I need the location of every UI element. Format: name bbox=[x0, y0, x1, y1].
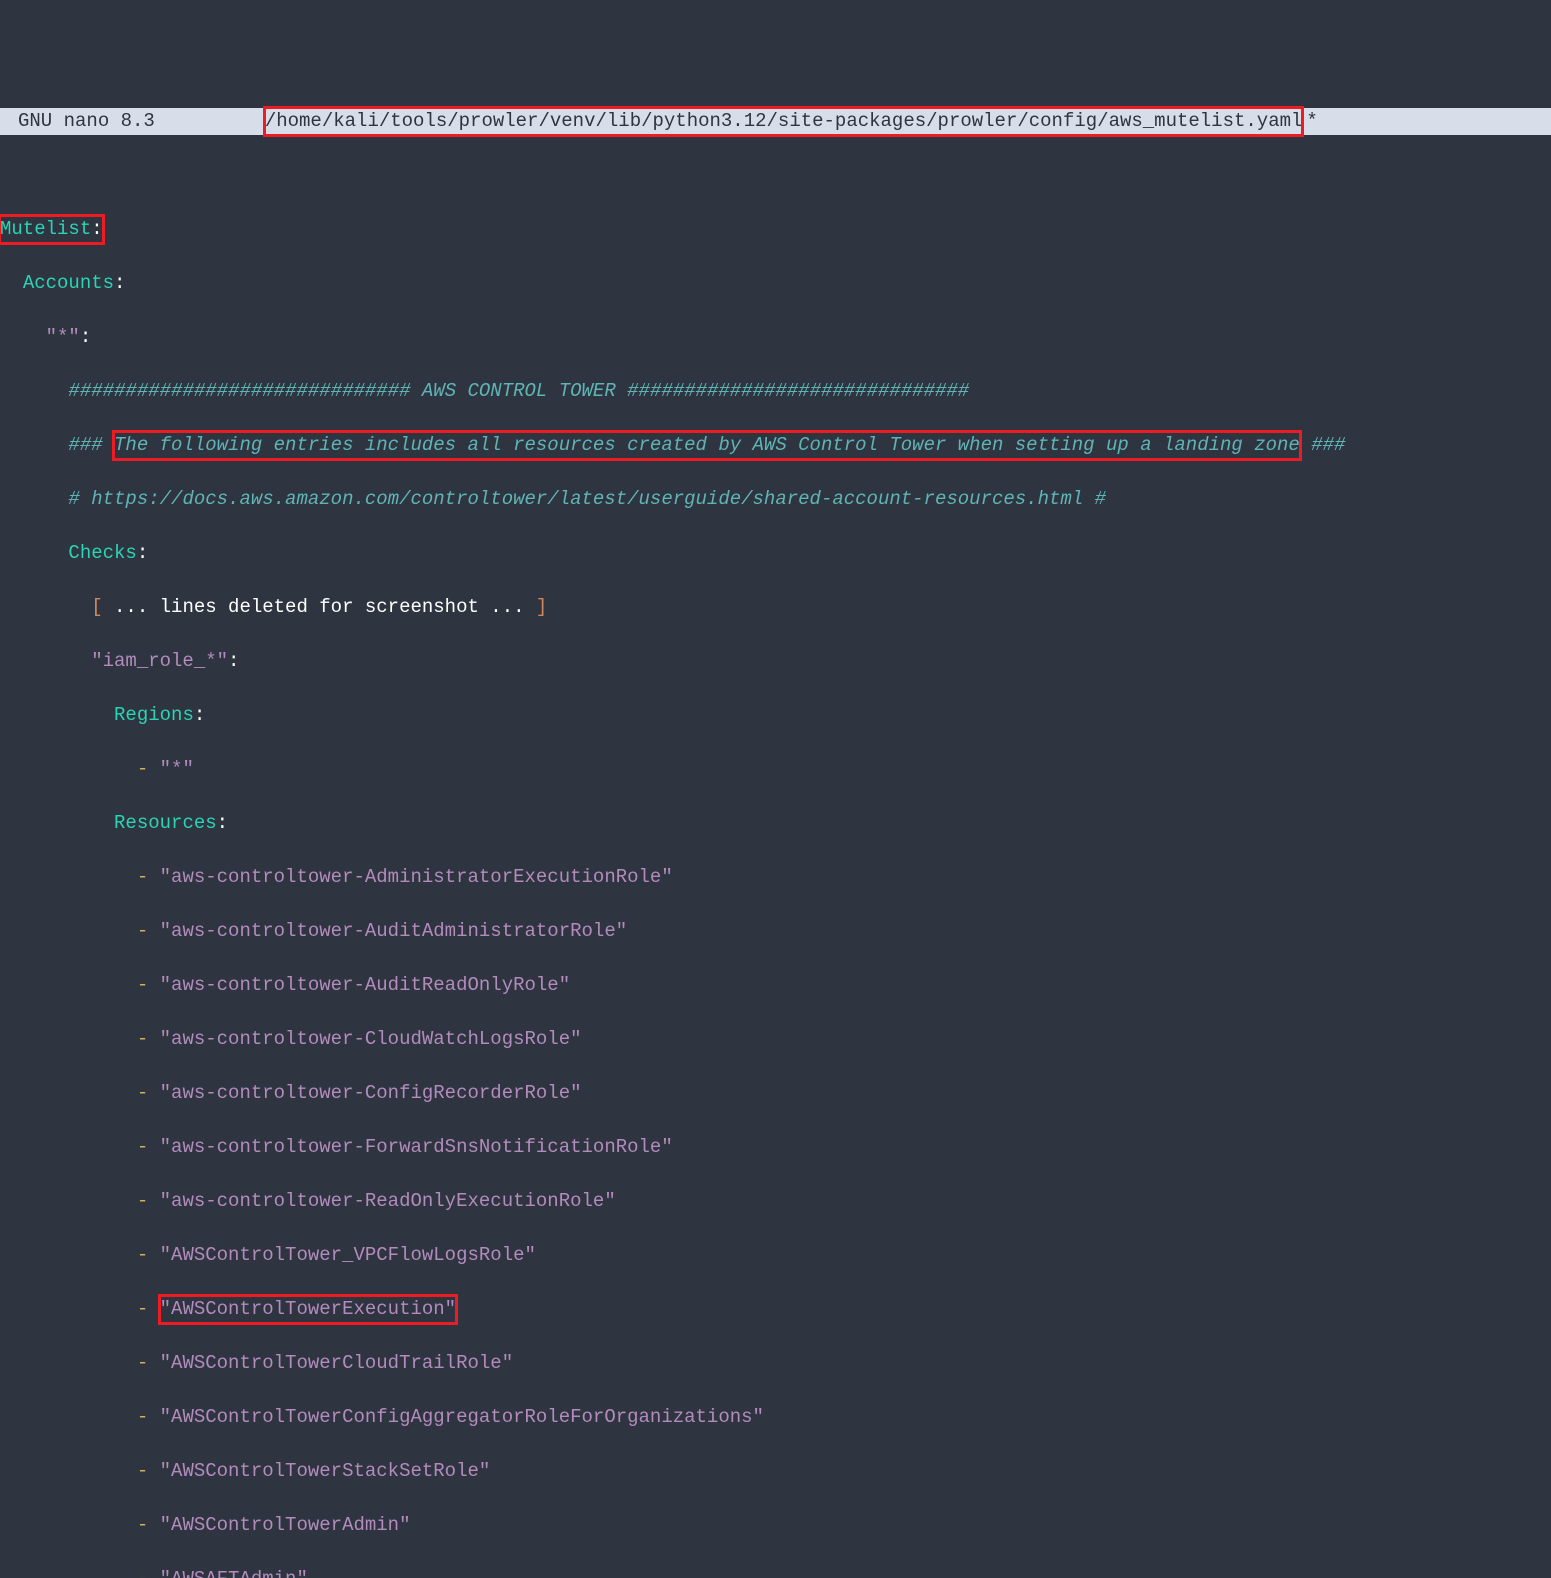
key-iam-role: "iam_role_*" bbox=[91, 650, 228, 672]
list-dash: - bbox=[137, 920, 160, 942]
list-dash: - bbox=[137, 1082, 160, 1104]
key-star: "*" bbox=[46, 326, 80, 348]
list-dash: - bbox=[137, 1244, 160, 1266]
resource-item: "AWSControlTowerConfigAggregatorRoleForO… bbox=[160, 1406, 764, 1428]
list-dash: - bbox=[137, 1352, 160, 1374]
editor-content[interactable]: Mutelist: Accounts: "*": ###############… bbox=[0, 189, 1551, 1578]
resource-item: "AWSControlTowerAdmin" bbox=[160, 1514, 411, 1536]
key-regions: Regions bbox=[114, 704, 194, 726]
resource-item-highlighted: "AWSControlTowerExecution" bbox=[160, 1296, 456, 1323]
resource-item: "aws-controltower-ForwardSnsNotification… bbox=[160, 1136, 673, 1158]
list-dash: - bbox=[137, 1460, 160, 1482]
list-dash: - bbox=[137, 974, 160, 996]
resource-item: "aws-controltower-AdministratorExecution… bbox=[160, 866, 673, 888]
key-mutelist: Mutelist: bbox=[0, 216, 103, 243]
key-accounts: Accounts bbox=[23, 272, 114, 294]
list-dash: - bbox=[137, 1028, 160, 1050]
list-dash: - bbox=[137, 866, 160, 888]
resource-item: "aws-controltower-ReadOnlyExecutionRole" bbox=[160, 1190, 616, 1212]
resource-item: "AWSControlTowerStackSetRole" bbox=[160, 1460, 491, 1482]
list-dash: - bbox=[137, 1514, 160, 1536]
list-dash: - bbox=[137, 1190, 160, 1212]
modified-indicator: * bbox=[1306, 108, 1317, 135]
comment-header: ############################## AWS CONTR… bbox=[68, 380, 969, 402]
resource-item: "AWSControlTower_VPCFlowLogsRole" bbox=[160, 1244, 536, 1266]
list-dash: - bbox=[137, 1568, 160, 1578]
file-path: /home/kali/tools/prowler/venv/lib/python… bbox=[265, 108, 1303, 135]
resource-item: "AWSControlTowerCloudTrailRole" bbox=[160, 1352, 513, 1374]
comment-url: # https://docs.aws.amazon.com/controltow… bbox=[68, 488, 1106, 510]
resource-item: "AWSAFTAdmin" bbox=[160, 1568, 308, 1578]
list-dash: - bbox=[137, 758, 160, 780]
region-value: "*" bbox=[160, 758, 194, 780]
list-dash: - bbox=[137, 1298, 160, 1320]
list-dash: - bbox=[137, 1406, 160, 1428]
list-dash: - bbox=[137, 1136, 160, 1158]
key-checks: Checks bbox=[68, 542, 136, 564]
resource-item: "aws-controltower-AuditAdministratorRole… bbox=[160, 920, 627, 942]
comment-description: ### The following entries includes all r… bbox=[68, 434, 1345, 456]
resource-item: "aws-controltower-ConfigRecorderRole" bbox=[160, 1082, 582, 1104]
resource-item: "aws-controltower-CloudWatchLogsRole" bbox=[160, 1028, 582, 1050]
bracket-open: [ bbox=[91, 596, 102, 618]
bracket-close: ] bbox=[536, 596, 547, 618]
app-name: GNU nano 8.3 bbox=[0, 108, 155, 135]
key-resources: Resources bbox=[114, 812, 217, 834]
deleted-note: ... lines deleted for screenshot ... bbox=[103, 596, 536, 618]
resource-item: "aws-controltower-AuditReadOnlyRole" bbox=[160, 974, 570, 996]
editor-titlebar: GNU nano 8.3 /home/kali/tools/prowler/ve… bbox=[0, 108, 1551, 135]
